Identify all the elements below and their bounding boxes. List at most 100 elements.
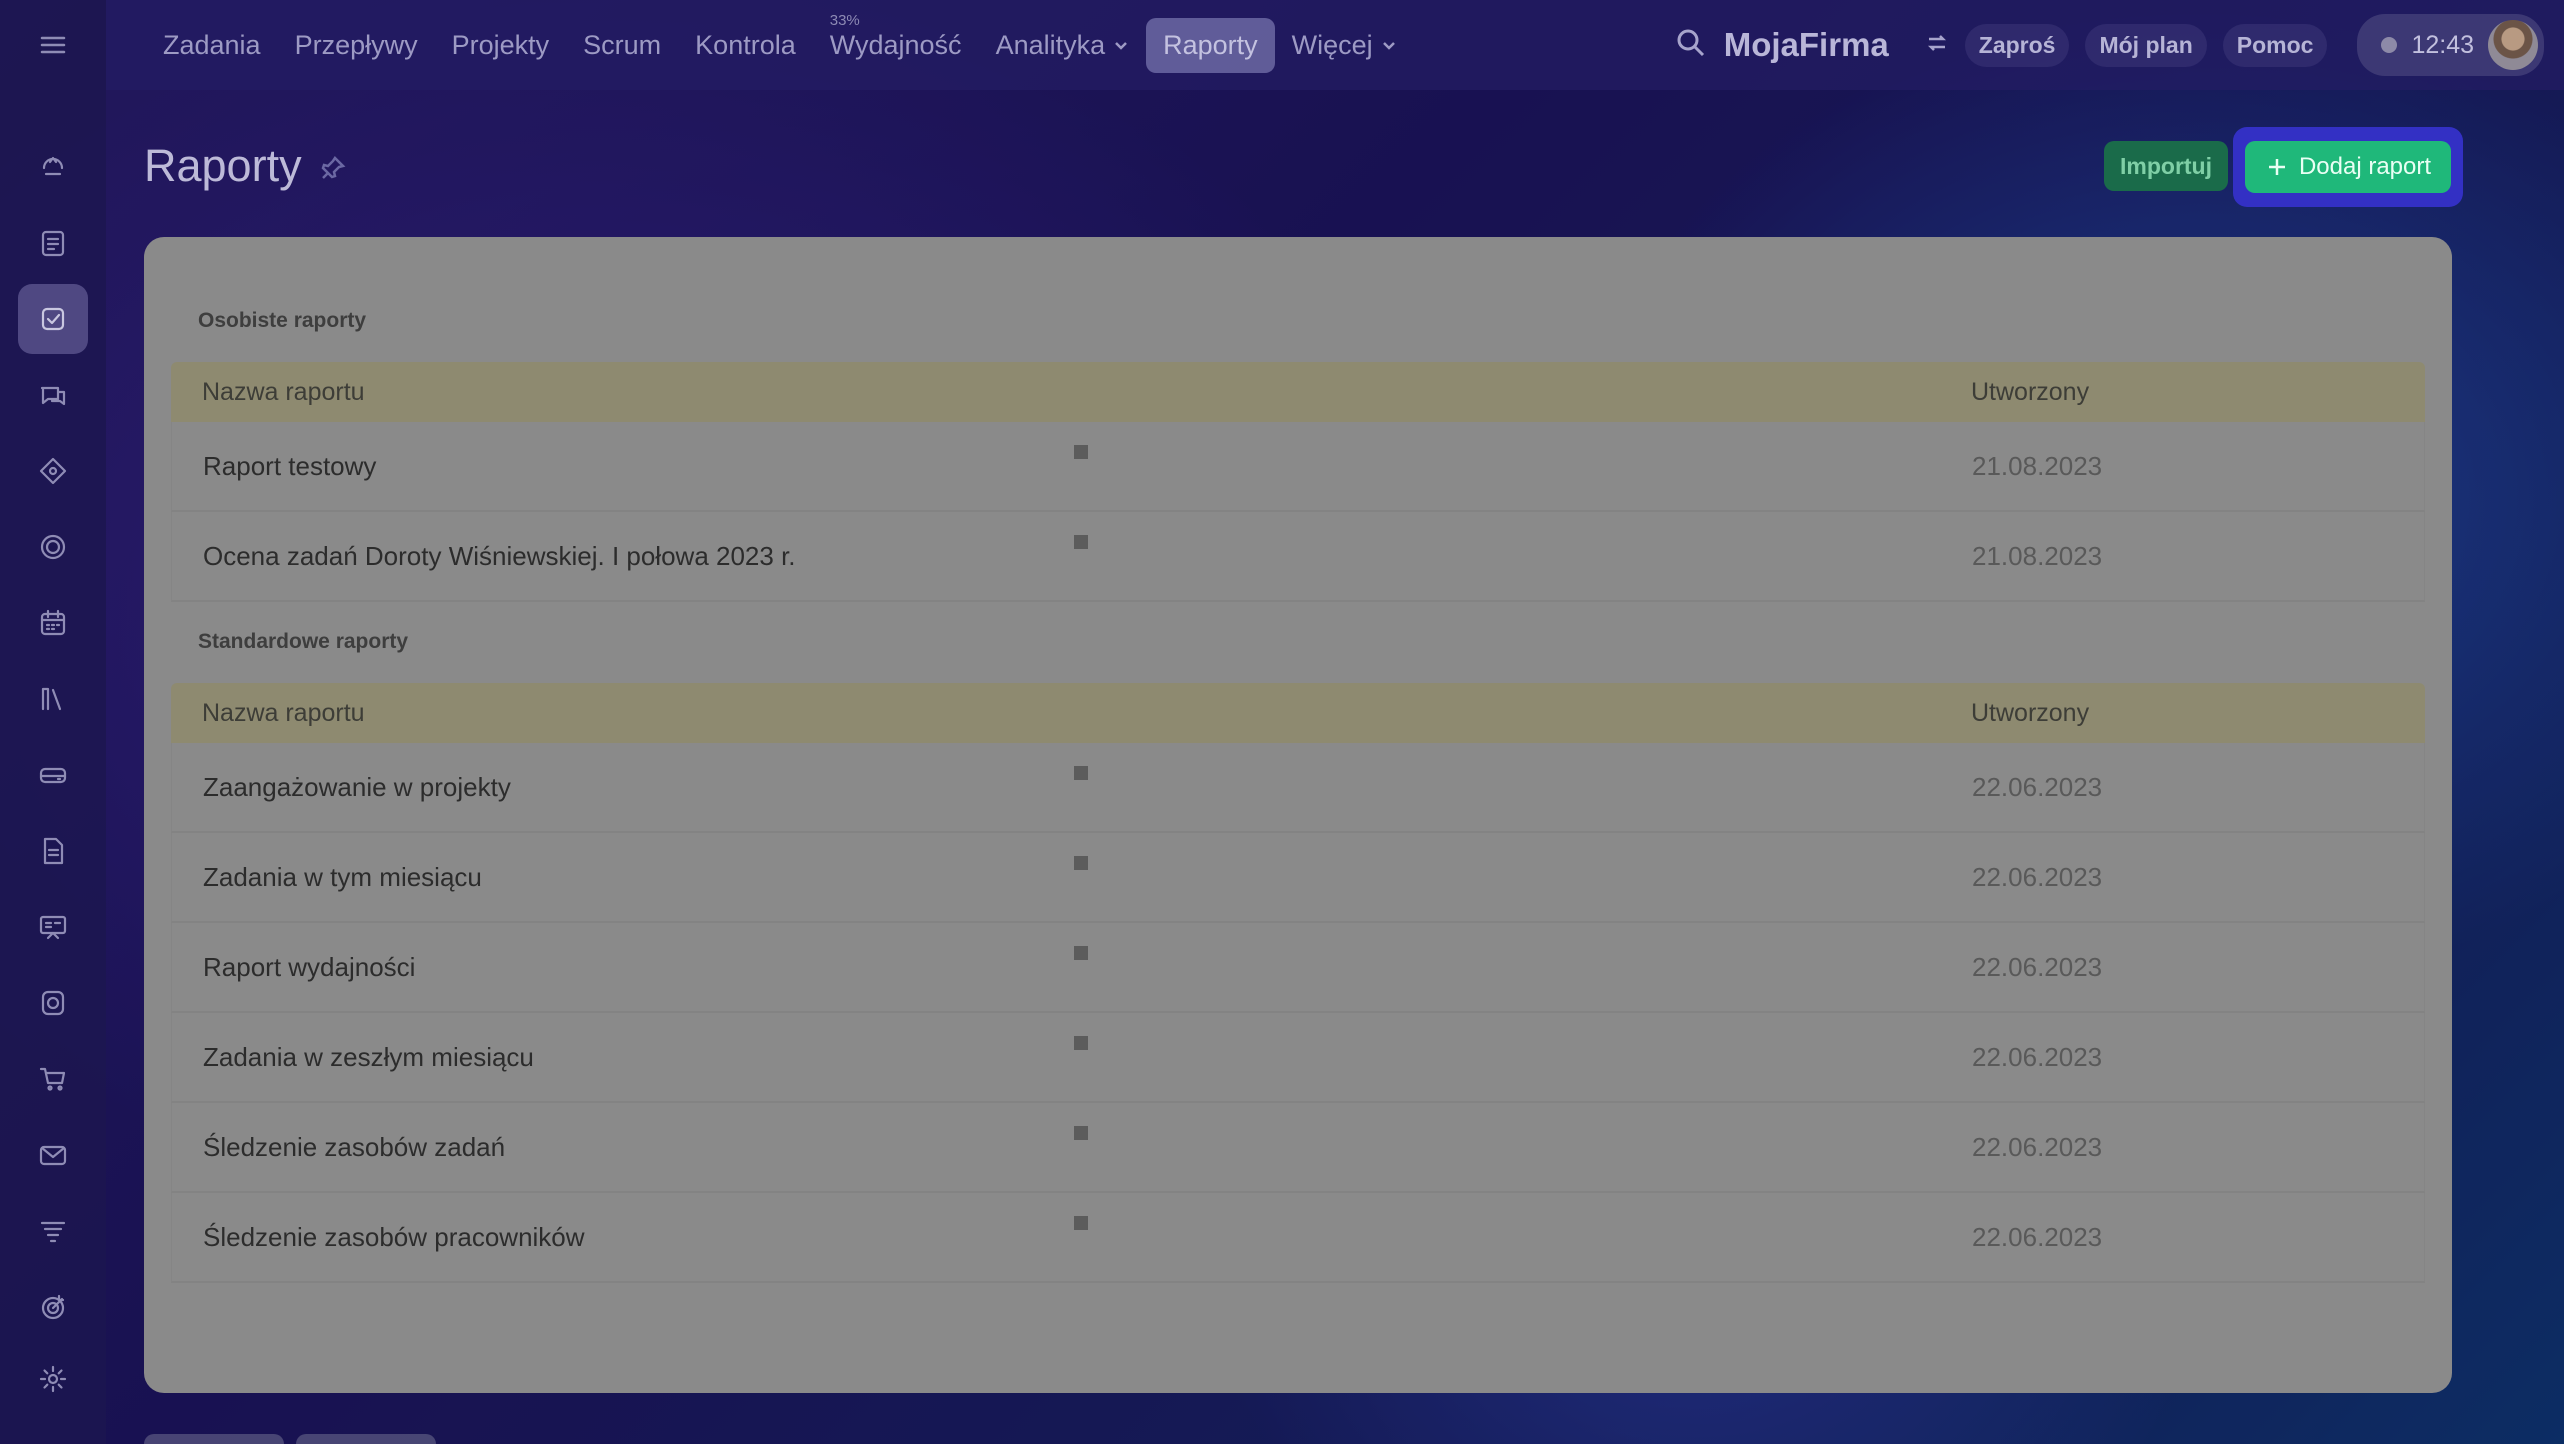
feed-icon — [42, 156, 64, 176]
report-name[interactable]: Śledzenie zasobów zadań — [203, 1132, 505, 1162]
menu-square-icon[interactable] — [1074, 765, 1088, 780]
menu-square-icon[interactable] — [1074, 1215, 1088, 1230]
report-name[interactable]: Śledzenie zasobów pracowników — [203, 1222, 585, 1252]
table-row[interactable]: Zadania w zeszłym miesiącu 22.06.2023 — [171, 1013, 2425, 1103]
search-icon — [1677, 29, 1704, 56]
report-date: 21.08.2023 — [1972, 540, 2103, 571]
report-name[interactable]: Raport testowy — [203, 451, 376, 481]
sidebar-item-presentation[interactable] — [18, 892, 88, 962]
sidebar-item-sites[interactable] — [18, 512, 88, 582]
report-date: 22.06.2023 — [1972, 771, 2103, 802]
invite-button[interactable]: Zaproś — [1964, 23, 2070, 67]
table-row[interactable]: Raport testowy 21.08.2023 — [171, 422, 2425, 512]
document-icon — [43, 837, 64, 865]
menu-square-icon[interactable] — [1074, 444, 1088, 459]
my-plan-button[interactable]: Mój plan — [2085, 23, 2207, 67]
notes-icon — [41, 230, 65, 257]
column-header-name[interactable]: Nazwa raportu — [171, 378, 1971, 407]
camera-icon — [41, 990, 65, 1016]
chevron-down-icon — [1382, 42, 1395, 50]
time-tracker[interactable]: 12:43 — [2357, 14, 2544, 76]
report-date: 21.08.2023 — [1972, 450, 2103, 481]
chevron-down-icon — [1115, 42, 1128, 50]
pin-icon[interactable] — [320, 140, 346, 192]
tab-wydajnosc[interactable]: 33% Wydajność — [813, 12, 979, 73]
plus-icon — [2268, 159, 2285, 175]
tab-raporty[interactable]: Raporty — [1146, 17, 1275, 73]
tab-wiecej[interactable]: Więcej — [1275, 18, 1414, 73]
bottom-tabs-peek — [144, 1434, 436, 1444]
report-name[interactable]: Ocena zadań Doroty Wiśniewskiej. I połow… — [203, 541, 796, 571]
menu-square-icon[interactable] — [1074, 534, 1088, 549]
reports-card: Osobiste raporty Nazwa raportu Utworzony… — [144, 237, 2452, 1393]
swap-button[interactable] — [1925, 31, 1949, 60]
tag-icon — [39, 457, 67, 485]
table-row[interactable]: Śledzenie zasobów zadań 22.06.2023 — [171, 1103, 2425, 1193]
report-name[interactable]: Zadania w tym miesiącu — [203, 862, 482, 892]
brand-name[interactable]: MojaFirma — [1724, 26, 1889, 64]
sidebar-settings[interactable] — [18, 1344, 88, 1414]
table-row[interactable]: Zadania w tym miesiącu 22.06.2023 — [171, 833, 2425, 923]
circle-icon — [40, 534, 66, 560]
tab-projekty[interactable]: Projekty — [435, 18, 567, 73]
efficiency-badge: 33% — [829, 11, 860, 29]
menu-square-icon[interactable] — [1074, 855, 1088, 870]
hamburger-icon[interactable] — [38, 30, 68, 60]
search-button[interactable] — [1674, 26, 1708, 65]
sidebar-item-knowledge[interactable] — [18, 664, 88, 734]
avatar[interactable] — [2488, 20, 2538, 70]
drive-icon — [39, 767, 67, 784]
tab-scrum[interactable]: Scrum — [566, 18, 678, 73]
cart-icon — [39, 1067, 66, 1091]
sidebar-item-feed[interactable] — [18, 132, 88, 202]
table-row[interactable]: Raport wydajności 22.06.2023 — [171, 923, 2425, 1013]
sidebar-item-filter[interactable] — [18, 1196, 88, 1266]
sidebar-item-shop[interactable] — [18, 1044, 88, 1114]
report-name[interactable]: Zadania w zeszłym miesiącu — [203, 1042, 534, 1072]
swap-icon — [1927, 34, 1946, 51]
tab-zadania[interactable]: Zadania — [146, 18, 278, 73]
sidebar-item-docs[interactable] — [18, 816, 88, 886]
report-date: 22.06.2023 — [1972, 951, 2103, 982]
page-title: Raporty — [144, 140, 346, 192]
table-row[interactable]: Śledzenie zasobów pracowników 22.06.2023 — [171, 1193, 2425, 1283]
report-date: 22.06.2023 — [1972, 1221, 2103, 1252]
menu-square-icon[interactable] — [1074, 1125, 1088, 1140]
menu-square-icon[interactable] — [1074, 945, 1088, 960]
books-icon — [41, 687, 62, 711]
sidebar-item-mail[interactable] — [18, 1120, 88, 1190]
menu-toggle[interactable] — [38, 0, 68, 90]
help-button[interactable]: Pomoc — [2222, 23, 2328, 67]
report-name[interactable]: Zaangażowanie w projekty — [203, 772, 511, 802]
menu-square-icon[interactable] — [1074, 1035, 1088, 1050]
sidebar-item-tasks[interactable] — [18, 284, 88, 354]
clock-time: 12:43 — [2411, 30, 2474, 59]
bottom-tab[interactable] — [296, 1434, 436, 1444]
import-button[interactable]: Importuj — [2104, 141, 2228, 191]
sidebar-item-crm[interactable] — [18, 436, 88, 506]
column-header-name[interactable]: Nazwa raportu — [171, 699, 1971, 728]
tab-kontrola[interactable]: Kontrola — [678, 18, 813, 73]
sidebar-item-goals[interactable] — [18, 1272, 88, 1342]
column-header-created[interactable]: Utworzony — [1971, 378, 2089, 407]
tab-przeplywy[interactable]: Przepływy — [278, 18, 435, 73]
chat-icon — [40, 386, 66, 406]
sidebar-item-calendar[interactable] — [18, 588, 88, 658]
personal-reports-title: Osobiste raporty — [198, 309, 367, 332]
table-row[interactable]: Ocena zadań Doroty Wiśniewskiej. I połow… — [171, 512, 2425, 602]
sidebar-item-documents[interactable] — [18, 208, 88, 278]
sidebar-item-drive[interactable] — [18, 740, 88, 810]
tab-analityka[interactable]: Analityka — [979, 18, 1147, 73]
mail-icon — [39, 1145, 67, 1166]
report-name[interactable]: Raport wydajności — [203, 952, 415, 982]
standard-reports-table: Nazwa raportu Utworzony Zaangażowanie w … — [171, 683, 2425, 1283]
checkbox-icon — [41, 307, 65, 331]
sidebar-item-chat[interactable] — [18, 360, 88, 430]
table-row[interactable]: Zaangażowanie w projekty 22.06.2023 — [171, 743, 2425, 833]
bottom-tab[interactable] — [144, 1434, 284, 1444]
funnel-icon — [40, 1221, 66, 1243]
column-header-created[interactable]: Utworzony — [1971, 699, 2089, 728]
sidebar-item-store[interactable] — [18, 968, 88, 1038]
standard-reports-title: Standardowe raporty — [198, 630, 409, 653]
add-report-button[interactable]: Dodaj raport — [2245, 141, 2451, 193]
